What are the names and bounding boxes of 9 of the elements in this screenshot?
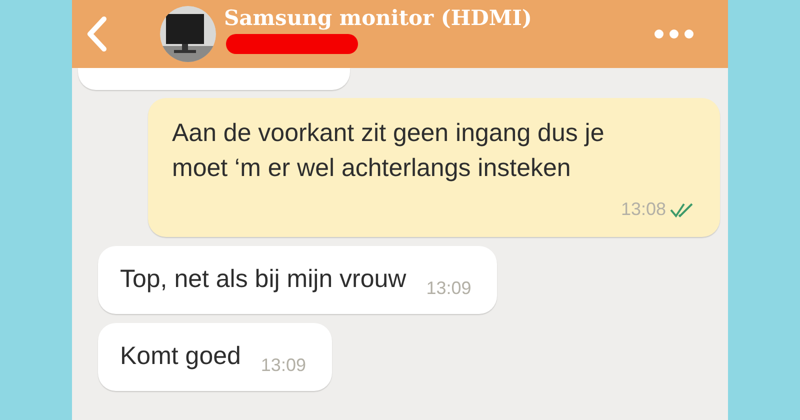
chat-title: Samsung monitor (HDMI): [224, 4, 532, 32]
message-time: 13:09: [260, 354, 306, 376]
message-time: 13:08: [620, 198, 666, 221]
message-text: Komt goed: [120, 341, 241, 372]
message-text: Aan de voorkant zit geen ingang dus je moet ‘m er wel achterlangs insteken: [172, 118, 606, 184]
more-icon[interactable]: [654, 29, 694, 39]
message-time: 13:09: [426, 276, 472, 300]
message-text: Top, net als bij mijn vrouw: [120, 264, 406, 296]
back-icon[interactable]: [86, 16, 108, 52]
